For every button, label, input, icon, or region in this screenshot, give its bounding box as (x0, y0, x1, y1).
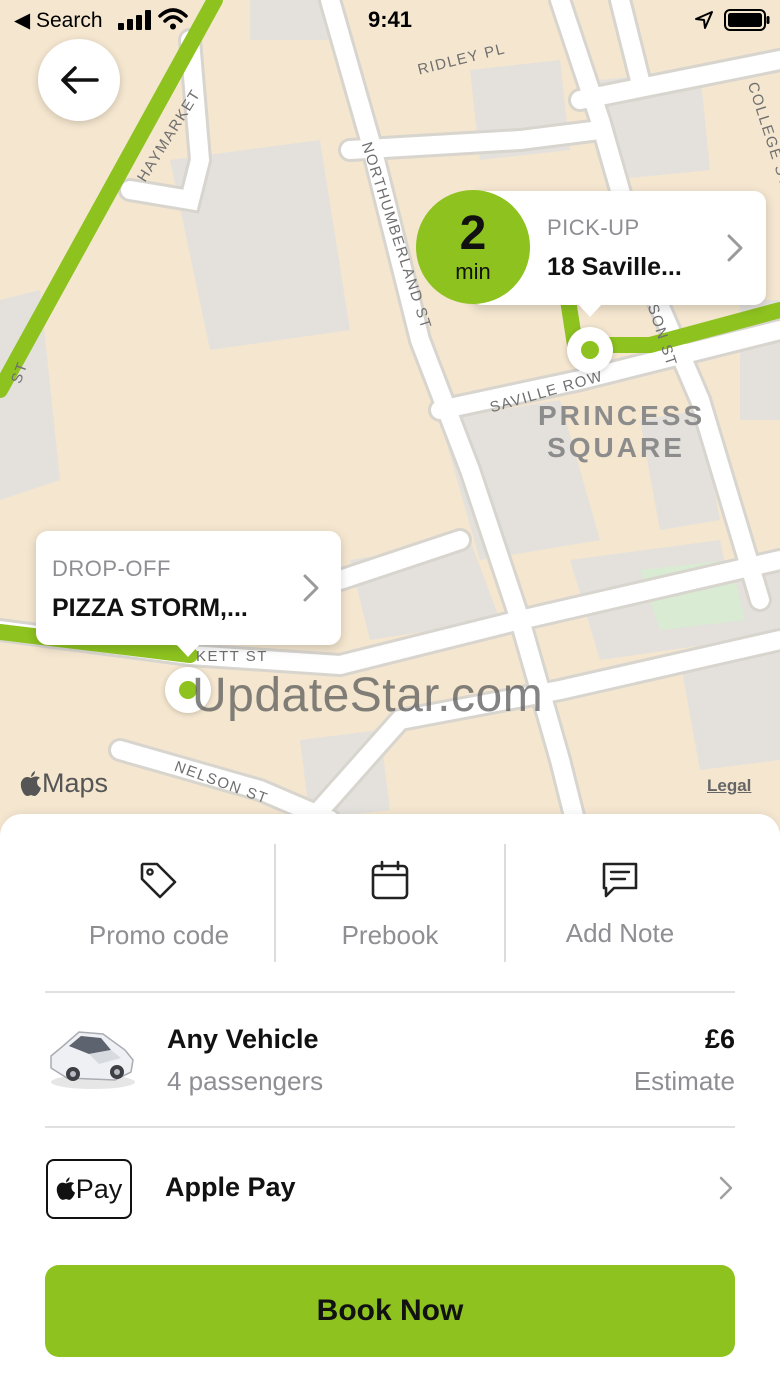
add-note-label: Add Note (565, 918, 675, 948)
prebook-label: Prebook (341, 920, 439, 950)
pickup-pin[interactable] (567, 327, 613, 373)
watermark-text: UpdateStar.com (192, 669, 544, 722)
chevron-right-icon (726, 233, 744, 268)
fare-estimate-label: Estimate (633, 1066, 735, 1096)
pickup-address: 18 Saville... (547, 253, 682, 281)
message-icon (602, 862, 638, 898)
eta-value: 2 (459, 207, 487, 260)
payment-method-name: Apple Pay (165, 1172, 296, 1202)
tag-icon (140, 862, 177, 899)
eta-badge: 2 min (416, 190, 530, 304)
status-time: 9:41 (367, 7, 413, 32)
booking-sheet: Promo code Prebook Add Note Any Vehicle … (0, 814, 780, 1387)
apple-pay-badge-text: Pay (75, 1173, 123, 1204)
arrow-left-icon (61, 66, 99, 94)
calendar-icon (371, 860, 409, 900)
maps-logo: Maps (20, 768, 108, 799)
prebook-button[interactable]: Prebook (275, 844, 505, 962)
apple-logo-icon (20, 770, 41, 796)
promo-code-button[interactable]: Promo code (44, 844, 274, 962)
back-button[interactable] (38, 39, 120, 121)
status-bar: ◀ Search 9:41 (0, 0, 780, 40)
map-view[interactable]: RIDLEY PL HAYMARKET NORTHUMBERLAND ST CO… (0, 0, 780, 840)
payment-method-row[interactable]: Pay Apple Pay (45, 1130, 735, 1250)
divider (45, 1126, 735, 1128)
apple-pay-badge: Pay (46, 1159, 132, 1219)
eta-unit: min (455, 259, 491, 284)
chevron-right-icon (302, 573, 320, 608)
dropoff-kicker: DROP-OFF (52, 556, 171, 581)
dropoff-address: PIZZA STORM,... (52, 594, 248, 622)
car-icon (45, 1020, 137, 1097)
maps-logo-text: Maps (42, 768, 109, 798)
vehicle-capacity: 4 passengers (167, 1066, 324, 1096)
dropoff-callout[interactable]: DROP-OFF PIZZA STORM,... (36, 531, 341, 657)
promo-code-label: Promo code (88, 920, 230, 950)
pickup-kicker: PICK-UP (547, 215, 640, 240)
book-now-button[interactable]: Book Now (45, 1265, 735, 1357)
vehicle-name: Any Vehicle (167, 1024, 319, 1054)
add-note-button[interactable]: Add Note (505, 844, 735, 962)
street-label: KETT ST (196, 648, 268, 665)
fare-price: £6 (704, 1024, 735, 1054)
legal-link[interactable]: Legal (707, 776, 751, 796)
apple-logo-icon (56, 1177, 75, 1200)
vehicle-option-row[interactable]: Any Vehicle 4 passengers £6 Estimate (45, 994, 735, 1124)
area-label: PRINCESS SQUARE (538, 400, 706, 463)
location-arrow-icon (694, 10, 714, 36)
divider (45, 991, 735, 993)
battery-icon (724, 9, 770, 37)
chevron-right-icon (719, 1176, 733, 1205)
